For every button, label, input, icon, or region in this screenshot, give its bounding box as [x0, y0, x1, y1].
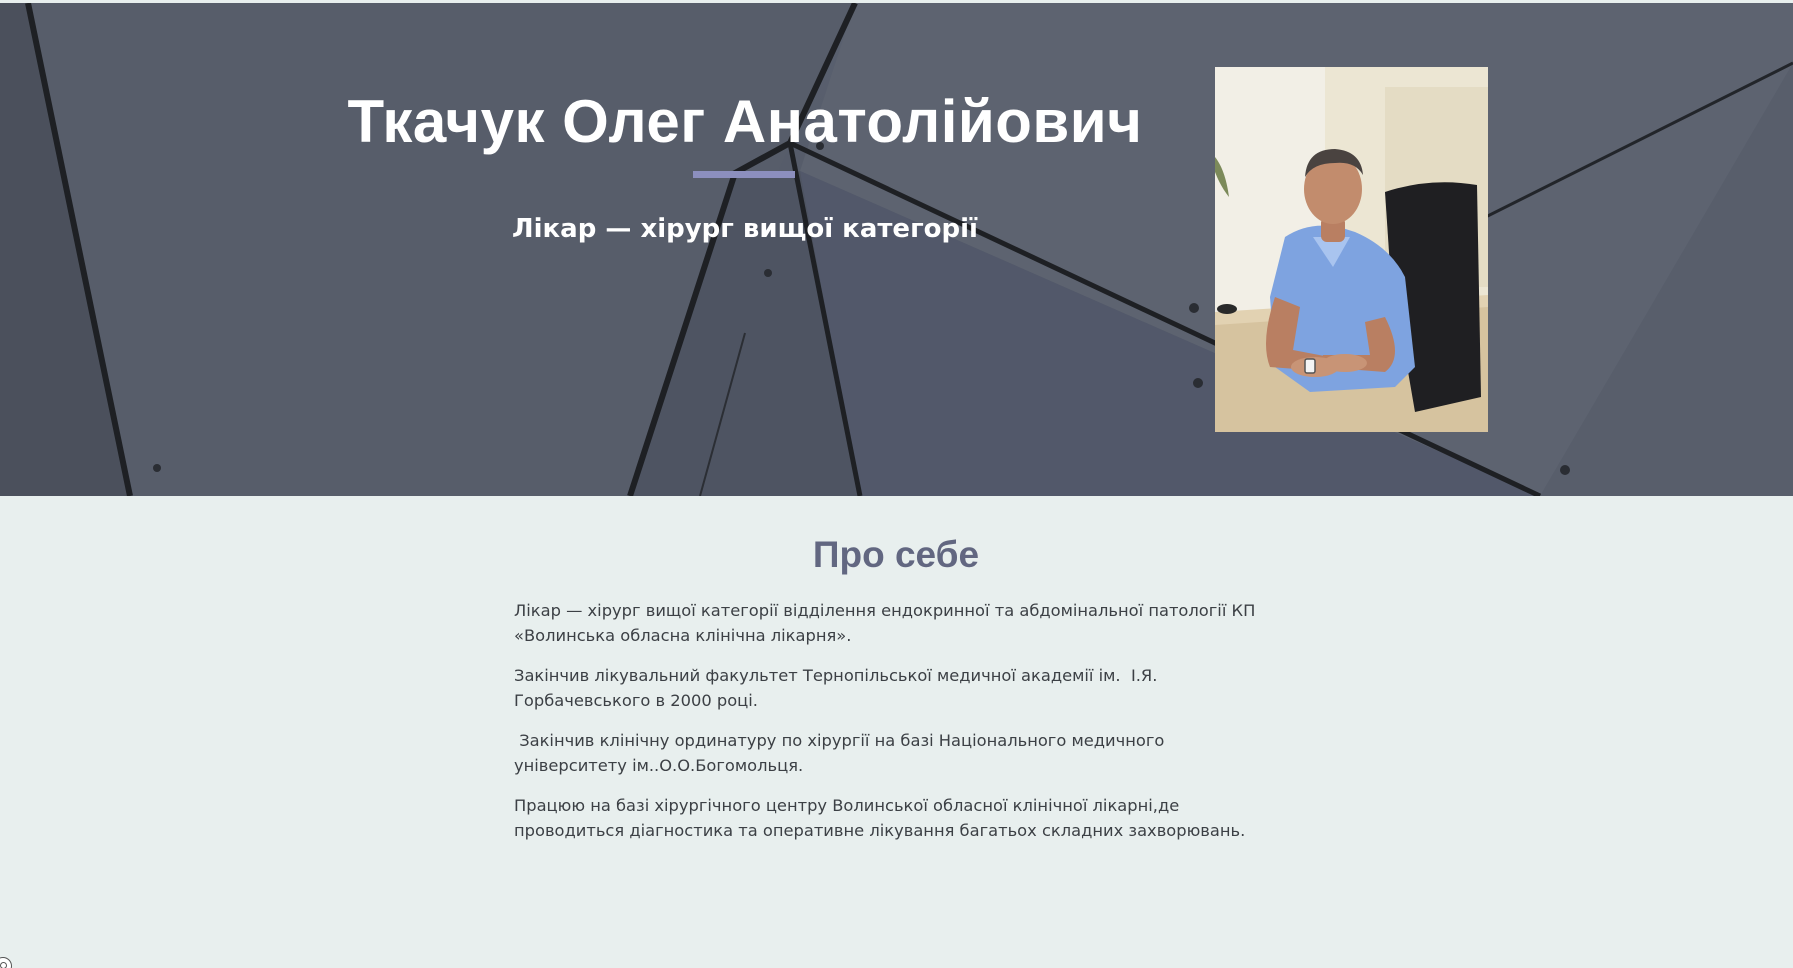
- about-paragraph: Закінчив лікувальний факультет Тернопіль…: [514, 666, 1163, 710]
- about-paragraph: Закінчив клінічну ординатуру по хірургії…: [514, 731, 1170, 775]
- doctor-photo: [1215, 67, 1488, 432]
- title-divider: [693, 171, 795, 178]
- hero-background-pattern: [0, 3, 1793, 496]
- doctor-name: Ткачук Олег Анатолійович: [347, 88, 1143, 155]
- about-paragraph: Працюю на базі хірургічного центру Волин…: [514, 796, 1246, 840]
- hero-banner: Ткачук Олег Анатолійович Лікар — хірург …: [0, 3, 1793, 496]
- doctor-position: Лікар — хірург вищої категорії: [512, 214, 978, 244]
- about-paragraph: Лікар — хірург вищої категорії відділенн…: [514, 601, 1261, 645]
- about-text: Лікар — хірург вищої категорії відділенн…: [514, 598, 1259, 858]
- profile-page: Ткачук Олег Анатолійович Лікар — хірург …: [0, 0, 1793, 968]
- about-heading: Про себе: [812, 534, 980, 575]
